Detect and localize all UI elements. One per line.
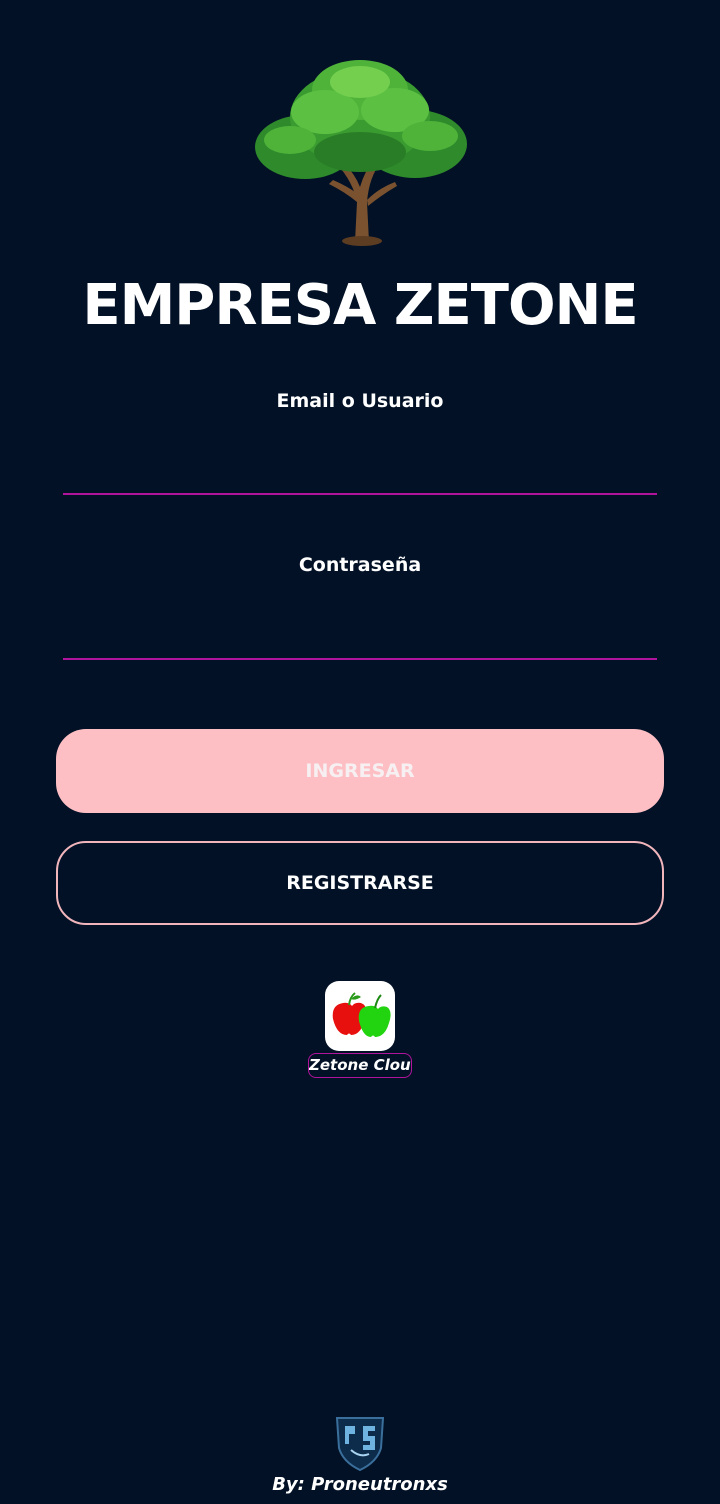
password-field[interactable] (63, 612, 657, 660)
login-button[interactable]: INGRESAR (56, 729, 664, 813)
proneutronxs-logo-icon (333, 1414, 387, 1472)
apples-icon[interactable] (325, 981, 395, 1051)
password-label: Contraseña (298, 554, 422, 576)
tree-icon (245, 52, 475, 247)
email-field[interactable] (63, 447, 657, 495)
email-label: Email o Usuario (276, 390, 444, 412)
author-credit: By: Proneutronxs (272, 1474, 448, 1495)
register-button[interactable]: REGISTRARSE (56, 841, 664, 925)
page-title: EMPRESA ZETONE (82, 273, 638, 338)
cloud-app-label[interactable]: Zetone Cloud (308, 1053, 412, 1078)
